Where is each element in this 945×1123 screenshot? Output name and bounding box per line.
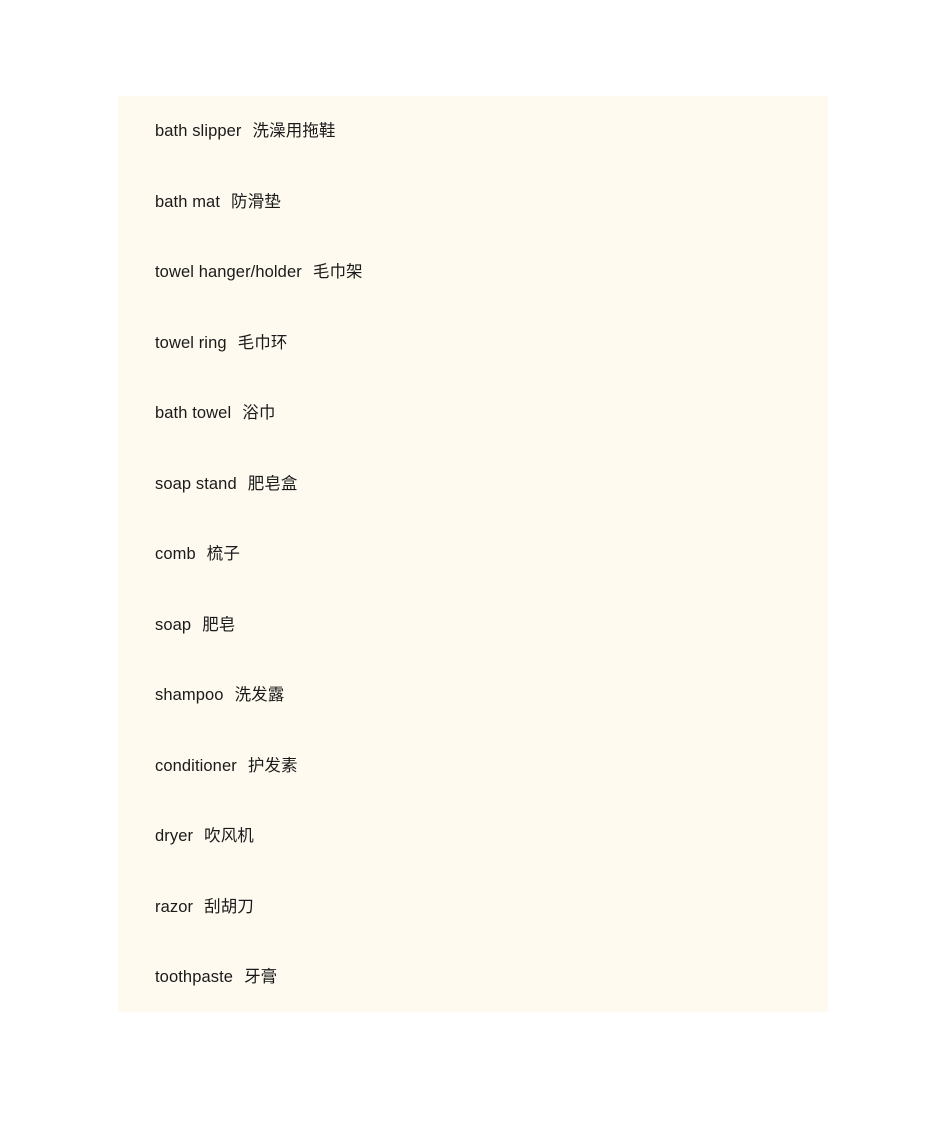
term-chinese: 肥皂盒 xyxy=(247,473,298,493)
term-chinese: 毛巾环 xyxy=(237,332,288,352)
term-chinese: 刮胡刀 xyxy=(204,896,254,916)
term-chinese: 牙膏 xyxy=(244,967,278,986)
term-chinese: 肥皂 xyxy=(202,614,236,634)
vocabulary-list: bath slipper 洗澡用拖鞋 bath mat 防滑垫 towel hanger… xyxy=(118,96,828,1013)
term-english: razor xyxy=(155,897,194,916)
term-chinese: 护发素 xyxy=(247,755,298,775)
vocabulary-panel: bath slipper 洗澡用拖鞋 bath mat 防滑垫 towel hanger… xyxy=(118,96,828,1012)
vocabulary-entry: conditioner 护发素 xyxy=(118,731,828,802)
term-english: bath towel xyxy=(155,404,232,422)
term-english: soap stand xyxy=(155,474,237,493)
vocabulary-entry: soap 肥皂 xyxy=(118,590,828,661)
vocabulary-entry: razor 刮胡刀 xyxy=(118,872,828,943)
vocabulary-entry: shampoo 洗发露 xyxy=(118,660,828,731)
vocabulary-entry: towel hanger/holder 毛巾架 xyxy=(118,237,828,308)
term-english: comb xyxy=(155,545,196,563)
vocabulary-entry: comb 梳子 xyxy=(118,519,828,590)
term-chinese: 梳子 xyxy=(206,544,240,563)
term-chinese: 洗澡用拖鞋 xyxy=(252,121,336,140)
vocabulary-entry: bath towel 浴巾 xyxy=(118,378,828,449)
term-english: towel ring xyxy=(155,333,227,352)
term-english: bath slipper xyxy=(155,122,242,140)
vocabulary-entry: bath slipper 洗澡用拖鞋 xyxy=(118,96,828,167)
vocabulary-entry: bath mat 防滑垫 xyxy=(118,167,828,238)
vocabulary-entry: soap stand 肥皂盒 xyxy=(118,449,828,520)
term-english: bath mat xyxy=(155,192,221,211)
vocabulary-entry: towel ring 毛巾环 xyxy=(118,308,828,379)
term-english: dryer xyxy=(155,827,194,845)
term-chinese: 防滑垫 xyxy=(231,191,281,211)
term-english: toothpaste xyxy=(155,968,234,986)
term-chinese: 吹风机 xyxy=(204,826,254,845)
term-chinese: 浴巾 xyxy=(242,403,276,422)
vocabulary-entry: toothpaste 牙膏 xyxy=(118,942,828,1013)
term-english: towel hanger/holder xyxy=(155,263,302,281)
term-chinese: 洗发露 xyxy=(234,685,285,704)
term-english: soap xyxy=(155,615,192,634)
term-english: shampoo xyxy=(155,686,224,704)
term-english: conditioner xyxy=(155,756,237,775)
term-chinese: 毛巾架 xyxy=(312,262,363,281)
vocabulary-entry: dryer 吹风机 xyxy=(118,801,828,872)
